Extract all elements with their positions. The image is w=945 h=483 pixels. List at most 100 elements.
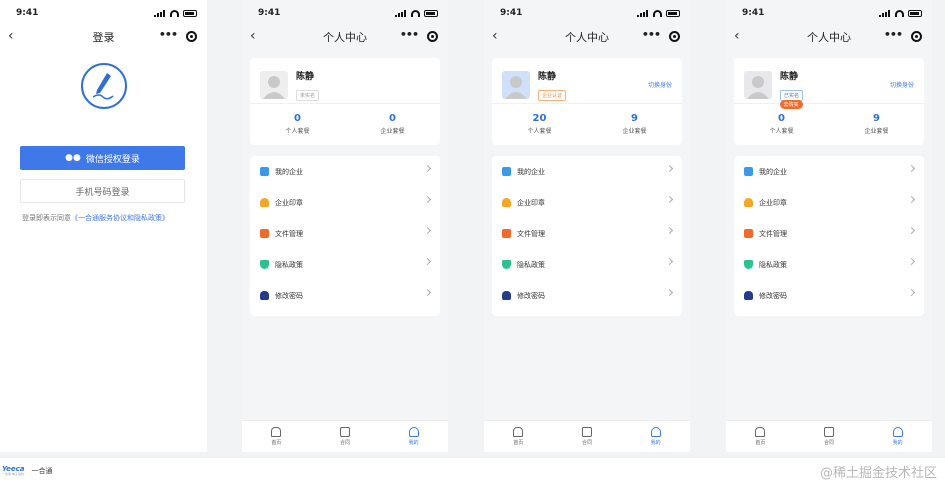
document-icon: [340, 427, 350, 437]
tab-mine[interactable]: 我的: [863, 421, 932, 452]
enterprise-count: 0: [389, 113, 396, 124]
status-time: 9:41: [742, 8, 765, 18]
personal-package[interactable]: 0 个人套餐 去购买: [734, 100, 829, 135]
folder-icon: [502, 229, 511, 238]
tab-contract[interactable]: 合同: [795, 421, 864, 452]
menu-item-files[interactable]: 文件管理: [250, 218, 440, 249]
tab-home[interactable]: 首页: [726, 421, 795, 452]
user-row[interactable]: 陈静 企业认证 切换身份: [492, 58, 682, 104]
avatar: [744, 70, 772, 99]
menu-item-my-enterprise[interactable]: 我的企业: [250, 156, 440, 187]
menu-item-password[interactable]: 修改密码: [250, 280, 440, 311]
profile-screen-enterprise: 9:41 ‹ 个人中心 ••• 陈静 企业认证 切换身份 20 个人套餐 9 企…: [484, 0, 690, 452]
enterprise-package[interactable]: 9 企业套餐: [587, 113, 682, 135]
chevron-right-icon: [665, 164, 674, 173]
contract-stats: 0 个人套餐 去购买 9 企业套餐: [734, 100, 924, 144]
menu-item-password[interactable]: 修改密码: [492, 280, 682, 311]
menu-item-seal[interactable]: 企业印章: [734, 187, 924, 218]
enterprise-package[interactable]: 0 企业套餐: [345, 113, 440, 135]
user-name: 陈静: [780, 71, 799, 82]
tab-mine[interactable]: 我的: [621, 421, 690, 452]
back-icon[interactable]: ‹: [492, 28, 498, 44]
profile-card: 陈静 未实名 0 个人套餐 0 企业套餐: [250, 58, 440, 145]
seal-icon: [744, 198, 753, 207]
menu-item-my-enterprise[interactable]: 我的企业: [734, 156, 924, 187]
menu-card: 我的企业 企业印章 文件管理 隐私政策 修改密码: [734, 156, 924, 316]
agreement-link[interactable]: 《一合通服务协议和隐私政策》: [71, 214, 169, 222]
menu-card: 我的企业 企业印章 文件管理 隐私政策 修改密码: [492, 156, 682, 316]
menu-item-privacy[interactable]: 隐私政策: [492, 249, 682, 280]
footer-bar: Yeeca 一合通·电子签约 一合通: [0, 458, 945, 483]
more-icon[interactable]: •••: [400, 28, 419, 41]
user-row[interactable]: 陈静 未实名: [250, 58, 440, 104]
watermark: @稀土掘金技术社区: [819, 466, 937, 481]
tab-contract[interactable]: 合同: [553, 421, 622, 452]
seal-icon: [260, 198, 269, 207]
wifi-icon: [653, 9, 662, 17]
tab-home[interactable]: 首页: [484, 421, 553, 452]
page-title: 登录: [92, 31, 115, 44]
user-avatar-icon: [263, 75, 285, 99]
tab-home[interactable]: 首页: [242, 421, 311, 452]
menu-item-files[interactable]: 文件管理: [492, 218, 682, 249]
switch-identity-link[interactable]: 切换身份: [890, 80, 914, 89]
back-icon[interactable]: ‹: [734, 28, 740, 44]
menu-item-seal[interactable]: 企业印章: [250, 187, 440, 218]
tab-bar: 首页 合同 我的: [726, 420, 932, 452]
back-icon[interactable]: ‹: [250, 28, 256, 44]
close-miniprogram-icon[interactable]: [911, 31, 922, 42]
menu-item-privacy[interactable]: 隐私政策: [734, 249, 924, 280]
more-icon[interactable]: •••: [884, 28, 903, 41]
personal-package[interactable]: 20 个人套餐: [492, 113, 587, 135]
tab-mine[interactable]: 我的: [379, 421, 448, 452]
signal-icon: [879, 9, 891, 17]
switch-identity-link[interactable]: 切换身份: [648, 80, 672, 89]
user-row[interactable]: 陈静 已实名 切换身份: [734, 58, 924, 104]
menu-item-seal[interactable]: 企业印章: [492, 187, 682, 218]
chevron-right-icon: [665, 257, 674, 266]
enterprise-label: 企业套餐: [622, 128, 647, 135]
status-time: 9:41: [500, 8, 523, 18]
enterprise-package[interactable]: 9 企业套餐: [829, 113, 924, 135]
menu-item-password[interactable]: 修改密码: [734, 280, 924, 311]
battery-icon: [183, 9, 197, 17]
contract-stats: 0 个人套餐 0 企业套餐: [250, 104, 440, 144]
menu-item-my-enterprise[interactable]: 我的企业: [492, 156, 682, 187]
profile-screen-verified: 9:41 ‹ 个人中心 ••• 陈静 已实名 切换身份 0 个人套餐 去购买 9…: [726, 0, 932, 452]
user-icon: [892, 427, 903, 437]
wechat-icon: ●●: [65, 153, 81, 163]
status-bar: 9:41: [484, 0, 690, 26]
personal-label: 个人套餐: [285, 128, 310, 135]
lock-icon: [744, 291, 753, 300]
avatar: [260, 70, 288, 99]
status-bar: 9:41: [0, 0, 207, 26]
wifi-icon: [895, 9, 904, 17]
phone-login-button[interactable]: 手机号码登录: [20, 179, 185, 203]
shield-icon: [744, 260, 753, 269]
profile-screen-unverified: 9:41 ‹ 个人中心 ••• 陈静 未实名 0 个人套餐 0 企业套餐 我的企…: [242, 0, 448, 452]
enterprise-count: 9: [631, 113, 638, 124]
building-icon: [744, 167, 753, 176]
personal-label: 个人套餐: [527, 128, 552, 135]
back-icon[interactable]: ‹: [8, 28, 14, 44]
tab-bar: 首页 合同 我的: [242, 420, 448, 452]
user-icon: [408, 427, 419, 437]
personal-package[interactable]: 0 个人套餐: [250, 113, 345, 135]
chevron-right-icon: [423, 195, 432, 204]
menu-item-files[interactable]: 文件管理: [734, 218, 924, 249]
chevron-right-icon: [907, 195, 916, 204]
home-icon: [271, 427, 282, 437]
shield-icon: [502, 260, 511, 269]
more-icon[interactable]: •••: [159, 28, 178, 41]
close-miniprogram-icon[interactable]: [427, 31, 438, 42]
buy-tag[interactable]: 去购买: [779, 100, 803, 109]
chevron-right-icon: [907, 288, 916, 297]
more-icon[interactable]: •••: [642, 28, 661, 41]
wechat-login-button[interactable]: ●● 微信授权登录: [20, 146, 185, 170]
chevron-right-icon: [423, 226, 432, 235]
tab-contract[interactable]: 合同: [311, 421, 380, 452]
building-icon: [260, 167, 269, 176]
close-miniprogram-icon[interactable]: [186, 31, 197, 42]
close-miniprogram-icon[interactable]: [669, 31, 680, 42]
menu-item-privacy[interactable]: 隐私政策: [250, 249, 440, 280]
